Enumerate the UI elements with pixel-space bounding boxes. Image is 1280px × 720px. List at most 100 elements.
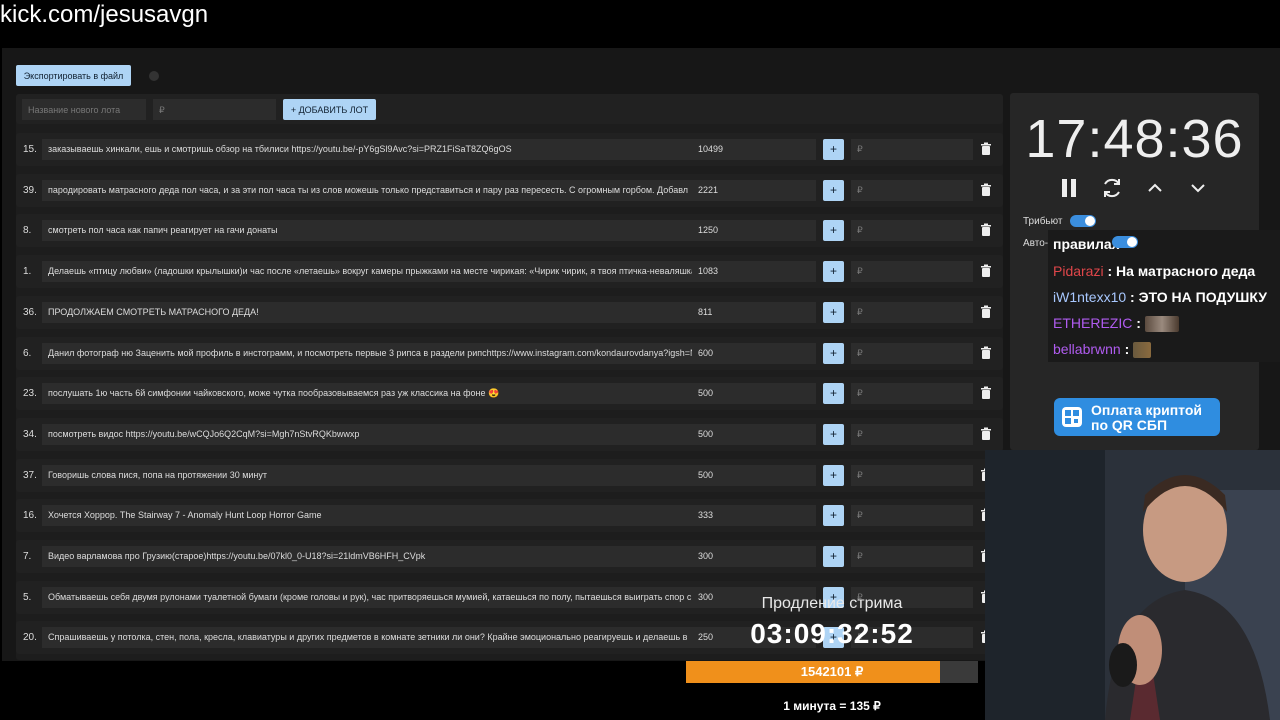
chat-message: bellabrwnn : — [1053, 341, 1152, 359]
status-dot — [149, 71, 159, 81]
trash-icon[interactable] — [979, 264, 993, 278]
export-button[interactable]: Экспортировать в файл — [16, 65, 131, 86]
trash-icon[interactable] — [979, 305, 993, 319]
stream-extension-timer: 03:09:32:52 — [750, 618, 914, 649]
chat-username: Pidarazi — [1053, 263, 1104, 279]
lot-add-amount-input[interactable]: ₽ — [851, 423, 973, 445]
lot-row: 8. смотреть пол часа как папич реагирует … — [16, 214, 1003, 248]
lot-name-field[interactable]: Данил фотограф ню Заценить мой профиль в… — [42, 342, 701, 364]
lot-add-button[interactable]: + — [823, 179, 844, 201]
lot-name-field[interactable]: заказываешь хинкали, ешь и смотришь обзо… — [42, 139, 701, 160]
add-lot-button[interactable]: + ДОБАВИТЬ ЛОТ — [283, 99, 376, 120]
lot-number: 1. — [23, 266, 32, 278]
lot-sum-field[interactable]: 1250 — [692, 220, 816, 242]
lot-number: 7. — [23, 551, 32, 562]
lot-sum-field[interactable]: 500 — [692, 383, 816, 405]
lot-sum-field[interactable]: 500 — [692, 423, 816, 445]
new-lot-sum-input[interactable] — [153, 99, 276, 120]
lot-name-field[interactable]: смотреть пол часа как папич реагирует на… — [42, 220, 701, 242]
lot-add-amount-input[interactable]: ₽ — [851, 464, 973, 486]
streamer-camera-image — [985, 450, 1280, 720]
lot-name-field[interactable]: Говоришь слова пися, попа на протяжении … — [42, 464, 701, 486]
donation-progress-bar: 1542101 ₽ — [686, 661, 978, 683]
chat-message: ETHEREZIC : — [1053, 315, 1179, 333]
chat-message: Pidarazi : На матрасного деда — [1053, 263, 1256, 279]
trash-icon[interactable] — [979, 223, 993, 237]
url-text: kick.com/jesusavgn — [0, 1, 209, 28]
lot-number: 34. — [23, 428, 37, 440]
qr-code-icon — [1062, 407, 1082, 427]
crypto-qr-payment-badge[interactable]: Оплата криптой по QR СБП — [1054, 398, 1220, 436]
lot-add-button[interactable]: + — [823, 301, 844, 323]
lot-row: 6. Данил фотограф ню Заценить мой профиль… — [16, 336, 1003, 370]
lot-row: 1. Делаешь «птицу любви» (ладошки крылышк… — [16, 255, 1003, 289]
lot-add-amount-input[interactable]: ₽ — [851, 301, 973, 323]
lot-row: 23. послушать 1ю часть 6й симфонии чайков… — [16, 377, 1003, 411]
pause-icon[interactable] — [1057, 176, 1081, 200]
lot-row: 16. Хочется Хоррор. The Stairway 7 - Anom… — [16, 499, 1003, 533]
chat-text: ЭТО НА ПОДУШКУ — [1138, 289, 1267, 305]
lot-number: 6. — [23, 347, 32, 359]
lot-sum-field[interactable]: 1083 — [692, 261, 816, 283]
lot-add-amount-input[interactable]: ₽ — [851, 505, 973, 527]
lot-name-field[interactable]: Хочется Хоррор. The Stairway 7 - Anomaly… — [42, 505, 701, 527]
lot-sum-field[interactable]: 811 — [692, 301, 816, 323]
lot-name-field[interactable]: ПРОДОЛЖАЕМ СМОТРЕТЬ МАТРАСНОГО ДЕДА! — [42, 301, 701, 323]
lot-sum-field[interactable]: 333 — [692, 505, 816, 527]
lot-number: 20. — [23, 632, 37, 644]
lot-number: 37. — [23, 469, 37, 481]
tribute-label: Трибьют — [1023, 216, 1063, 227]
trash-icon[interactable] — [979, 142, 993, 156]
donation-total: 1542101 ₽ — [800, 664, 864, 679]
webcam-video — [985, 450, 1280, 720]
url-bar: kick.com/jesusavgn — [0, 0, 1280, 46]
chevron-up-icon[interactable] — [1143, 176, 1167, 200]
lot-row: 37. Говоришь слова пися, попа на протяжен… — [16, 458, 1003, 492]
chat-message: iW1ntexx10 : ЭТО НА ПОДУШКУ — [1053, 289, 1267, 305]
trash-icon[interactable] — [979, 386, 993, 400]
auto-label: Авто- — [1023, 238, 1049, 249]
lot-number: 5. — [23, 591, 32, 603]
lot-add-amount-input[interactable]: ₽ — [851, 139, 973, 160]
auto-toggle[interactable] — [1112, 236, 1138, 248]
lot-add-button[interactable]: + — [823, 383, 844, 405]
lot-name-field[interactable]: Спрашиваешь у потолка, стен, пола, кресл… — [42, 627, 701, 649]
lot-sum-field[interactable]: 10499 — [692, 139, 816, 160]
lot-add-button[interactable]: + — [823, 464, 844, 486]
lot-number: 15. — [23, 144, 37, 155]
chevron-down-icon[interactable] — [1186, 176, 1210, 200]
lot-row: 36. ПРОДОЛЖАЕМ СМОТРЕТЬ МАТРАСНОГО ДЕДА! 8… — [16, 295, 1003, 329]
lot-number: 8. — [23, 225, 32, 237]
lot-sum-field[interactable]: 2221 — [692, 179, 816, 201]
lot-add-button[interactable]: + — [823, 546, 844, 567]
lot-add-button[interactable]: + — [823, 342, 844, 364]
lot-add-amount-input[interactable]: ₽ — [851, 546, 973, 567]
stream-extension-label: Продление стрима — [761, 595, 903, 612]
lot-name-field[interactable]: Видео варламова про Грузию(старое)https:… — [42, 546, 701, 567]
lot-add-button[interactable]: + — [823, 505, 844, 527]
lot-add-amount-input[interactable]: ₽ — [851, 179, 973, 201]
lot-sum-field[interactable]: 600 — [692, 342, 816, 364]
trash-icon[interactable] — [979, 346, 993, 360]
lot-add-button[interactable]: + — [823, 423, 844, 445]
new-lot-name-input[interactable] — [22, 99, 146, 120]
lot-name-field[interactable]: посмотреть видос https://youtu.be/wCQJo6… — [42, 423, 701, 445]
lot-add-amount-input[interactable]: ₽ — [851, 383, 973, 405]
tribute-toggle[interactable] — [1070, 215, 1096, 227]
lot-sum-field[interactable]: 300 — [692, 546, 816, 567]
lot-sum-field[interactable]: 500 — [692, 464, 816, 486]
lot-add-button[interactable]: + — [823, 261, 844, 283]
lot-name-field[interactable]: послушать 1ю часть 6й симфонии чайковско… — [42, 383, 701, 405]
lot-name-field[interactable]: пародировать матрасного деда пол часа, и… — [42, 179, 701, 201]
lot-add-amount-input[interactable]: ₽ — [851, 342, 973, 364]
payment-line1: Оплата криптой — [1091, 402, 1203, 418]
lot-name-field[interactable]: Делаешь «птицу любви» (ладошки крылышки)… — [42, 261, 701, 283]
lot-add-amount-input[interactable]: ₽ — [851, 220, 973, 242]
trash-icon[interactable] — [979, 183, 993, 197]
trash-icon[interactable] — [979, 427, 993, 441]
lot-name-field[interactable]: Обматываешь себя двумя рулонами туалетно… — [42, 586, 701, 608]
refresh-icon[interactable] — [1100, 176, 1124, 200]
lot-add-amount-input[interactable]: ₽ — [851, 261, 973, 283]
lot-add-button[interactable]: + — [823, 139, 844, 160]
lot-add-button[interactable]: + — [823, 220, 844, 242]
